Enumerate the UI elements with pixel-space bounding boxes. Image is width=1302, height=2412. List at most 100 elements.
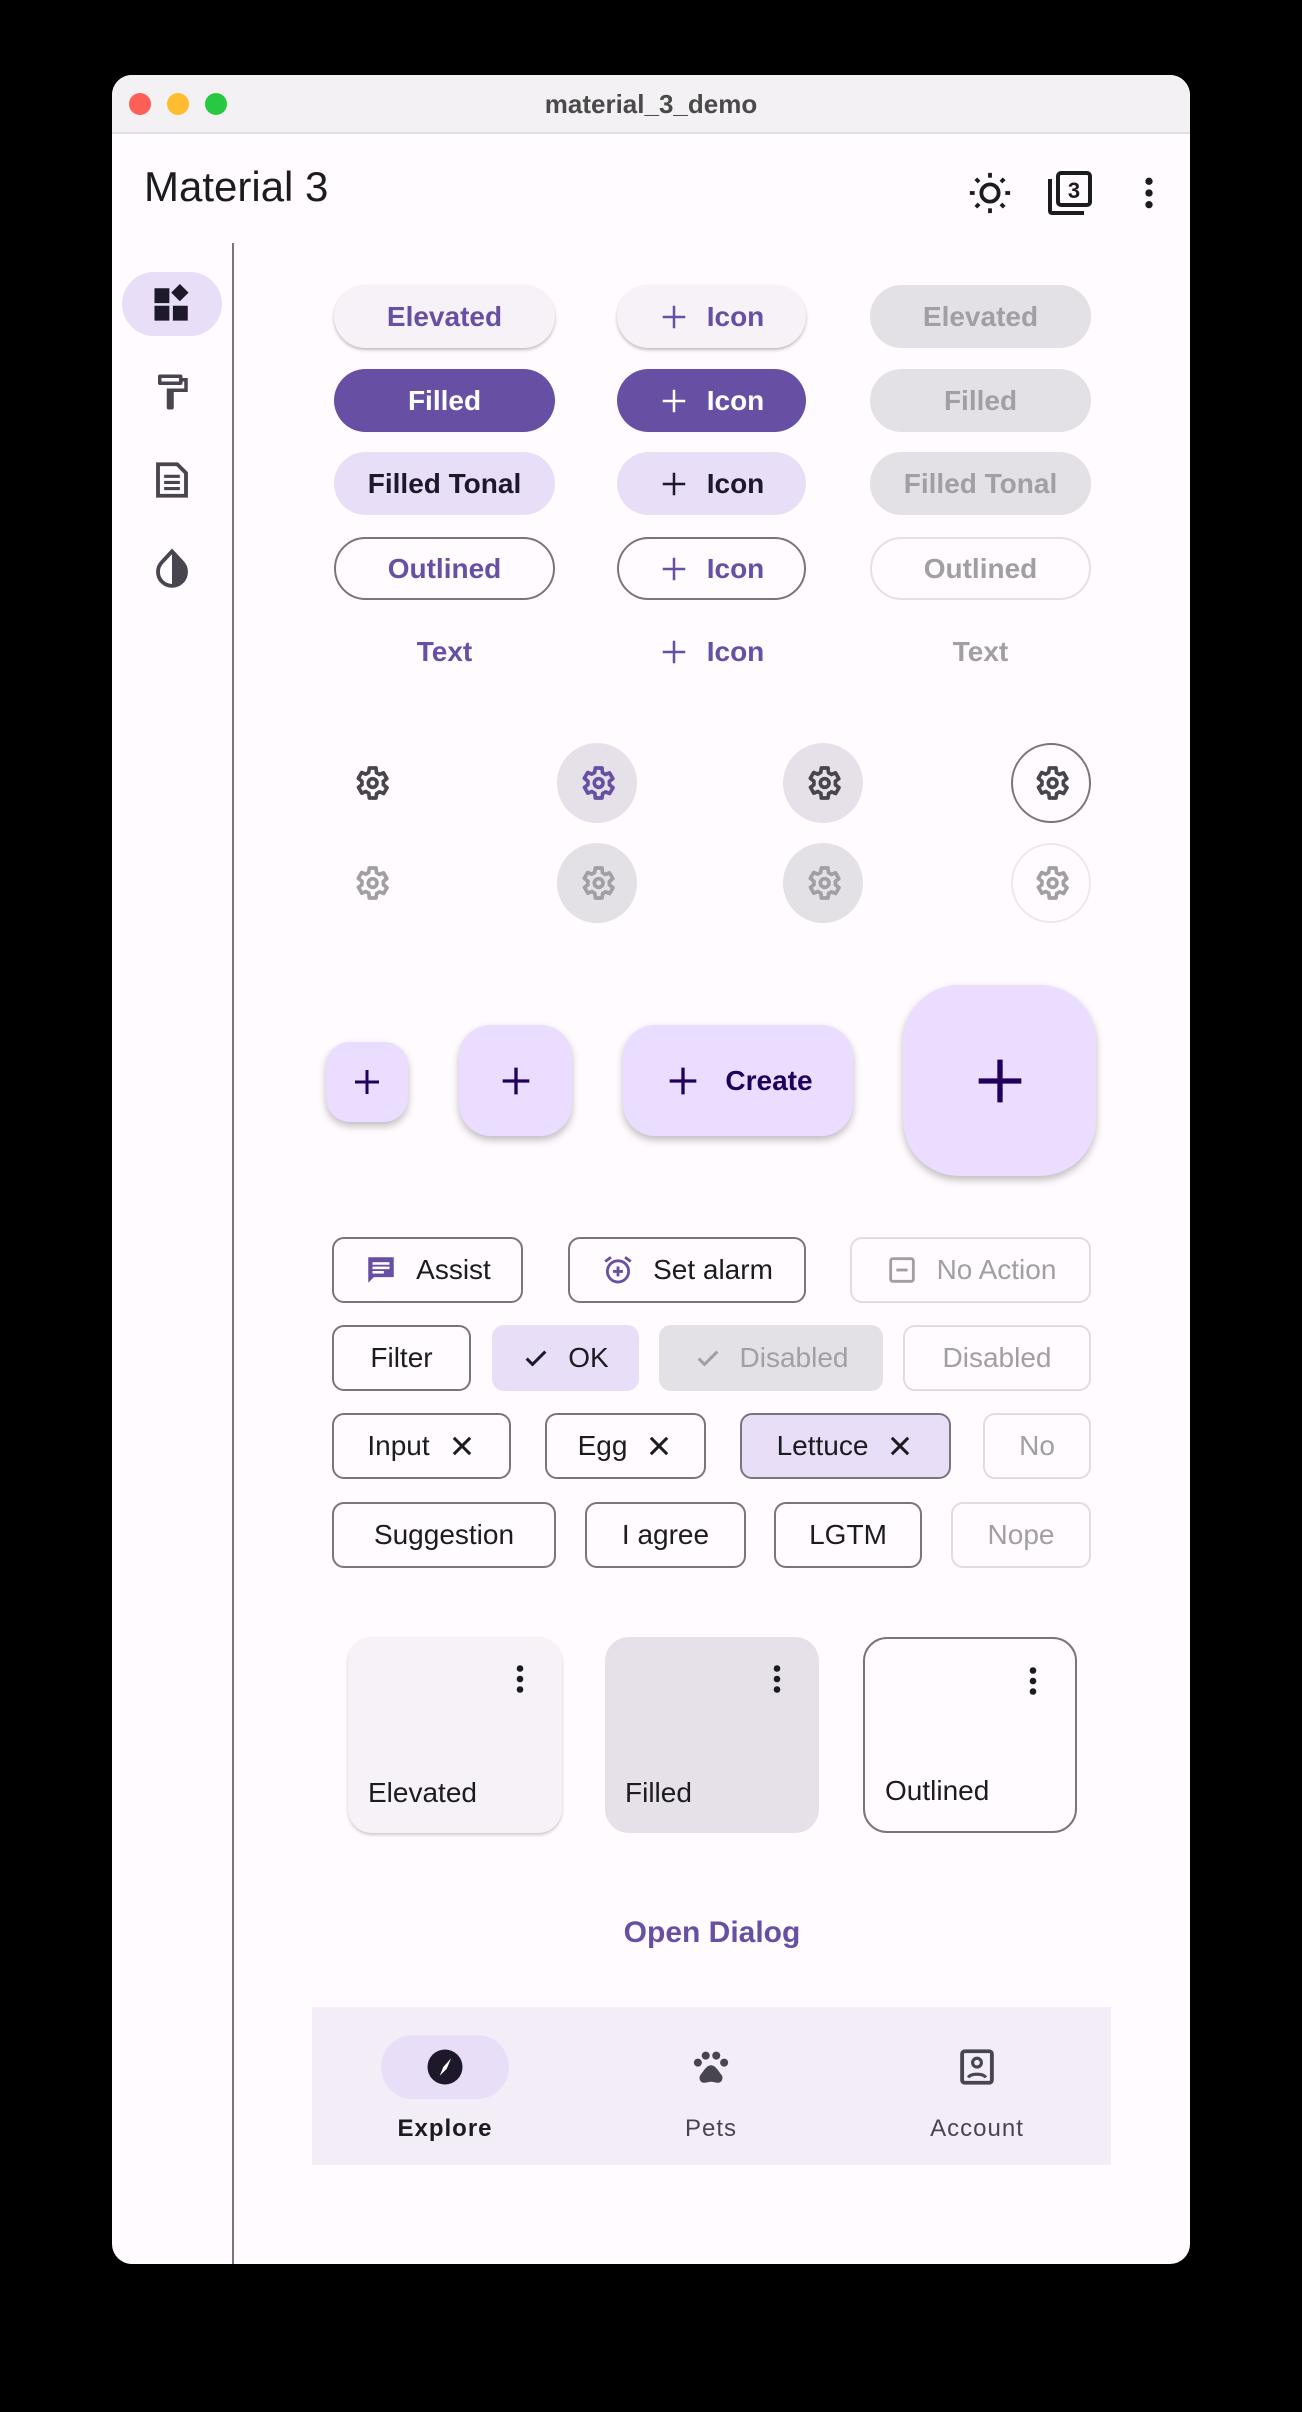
disabled-filled-button: Filled [870,369,1091,432]
rail-item-components[interactable] [122,272,222,336]
settings-icon [356,766,389,800]
chip-label: Lettuce [776,1430,869,1461]
check-icon [697,1350,718,1367]
nav-indicator [647,2035,775,2099]
outlined-icon-button[interactable]: Icon [617,537,806,600]
suggestion-chip[interactable]: LGTM [774,1502,922,1568]
more-vert-icon[interactable] [1015,1663,1051,1699]
add-icon [662,640,685,663]
chip-label: Assist [416,1254,491,1285]
button-label: Icon [706,552,765,584]
outlined-button[interactable]: Outlined [334,537,555,600]
filter-3-icon: 3 [1048,171,1092,215]
chip-label: Nope [987,1519,1055,1550]
nav-indicator [381,2035,509,2099]
more-vert-icon[interactable] [759,1661,795,1697]
rail-item-typography[interactable] [122,448,222,512]
assist-chip[interactable]: Set alarm [568,1237,806,1303]
button-label: Icon [706,467,765,499]
suggestion-chip[interactable]: I agree [585,1502,746,1568]
brightness-button[interactable] [964,167,1016,219]
settings-icon [582,766,615,800]
small-fab[interactable] [326,1042,408,1122]
filled-tonal-icon-button[interactable]: Icon [617,452,806,515]
settings-icon [582,866,615,900]
app-title: Material 3 [144,163,329,210]
filled-card[interactable]: Filled [605,1637,819,1833]
add-icon [355,1070,379,1094]
rail-item-elevation[interactable] [122,536,222,600]
filled-tonal-icon-button[interactable] [783,743,863,823]
card-label: Elevated [368,1777,477,1808]
chip-label: No Action [936,1254,1057,1285]
filled-tonal-button[interactable]: Filled Tonal [334,452,555,515]
standard-icon-button[interactable] [331,743,411,823]
elevated-icon-button[interactable]: Icon [617,285,806,348]
outlined-card[interactable]: Outlined [863,1637,1077,1833]
nav-pets[interactable]: Pets [578,2007,844,2165]
brightness-icon [969,172,1011,214]
chip-label: Disabled [942,1342,1052,1373]
assist-chip[interactable]: Assist [332,1237,523,1303]
filled-icon-button[interactable] [557,743,637,823]
chip-label: Set alarm [653,1254,773,1285]
large-fab[interactable] [903,985,1096,1176]
format-paint-icon [158,374,188,410]
filled-icon-button[interactable]: Icon [617,369,806,432]
more-options-button[interactable] [1123,167,1175,219]
disabled-input-chip: No [983,1413,1091,1479]
close-icon[interactable] [448,1432,476,1460]
extended-fab-label: Create [725,1064,813,1096]
invert-colors-icon [156,548,188,588]
filter-chip[interactable]: Filter [332,1325,471,1391]
bottom-navigation-bar: Explore Pets Account [312,2007,1111,2165]
regular-fab[interactable] [459,1025,572,1136]
chip-label: OK [568,1342,609,1373]
more-vert-icon[interactable] [502,1661,538,1697]
disabled-outlined-icon-button [1011,843,1091,923]
nav-account[interactable]: Account [844,2007,1110,2165]
input-chip[interactable]: Egg [545,1413,706,1479]
add-icon [662,472,685,495]
nav-explore[interactable]: Explore [312,2007,578,2165]
chip-label: Input [367,1430,430,1461]
material-version-button[interactable]: 3 [1044,167,1096,219]
svg-text:3: 3 [1068,178,1080,203]
chip-label: LGTM [809,1519,887,1550]
rail-divider [232,243,234,2264]
alarm-add-icon [604,1256,632,1284]
window-title: material_3_demo [544,89,758,119]
check-icon [525,1350,547,1367]
settings-icon [356,866,389,900]
card-label: Filled [625,1777,692,1808]
disabled-elevated-button: Elevated [870,285,1091,348]
close-icon[interactable] [645,1432,673,1460]
button-label: Icon [706,300,765,332]
text-icon-button[interactable]: Icon [617,620,806,683]
elevated-card[interactable]: Elevated [348,1637,562,1833]
input-chip[interactable]: Input [332,1413,511,1479]
rail-item-color[interactable] [122,360,222,424]
explore-icon [427,2049,463,2085]
filter-chip[interactable]: OK [492,1325,639,1391]
add-icon [662,389,685,412]
outlined-icon-button[interactable] [1011,743,1091,823]
disabled-filled-tonal-button: Filled Tonal [870,452,1091,515]
input-chip[interactable]: Lettuce [740,1413,951,1479]
chip-label: Filter [370,1342,433,1373]
suggestion-chip[interactable]: Suggestion [332,1502,556,1568]
filled-button[interactable]: Filled [334,369,555,432]
add-icon [670,1067,697,1094]
open-dialog-button[interactable]: Open Dialog [234,1916,1190,1950]
chip-label: No [1019,1430,1055,1461]
disabled-outlined-button: Outlined [870,537,1091,600]
nav-label: Explore [397,2115,493,2142]
close-icon[interactable] [886,1432,914,1460]
elevated-button[interactable]: Elevated [334,285,555,348]
extended-fab[interactable]: Create [623,1025,853,1136]
disabled-filter-chip: Disabled [903,1325,1091,1391]
text-button[interactable]: Text [334,620,555,683]
button-label: Icon [706,635,765,667]
card-label: Outlined [885,1775,990,1806]
title-bar: material_3_demo [112,75,1190,134]
